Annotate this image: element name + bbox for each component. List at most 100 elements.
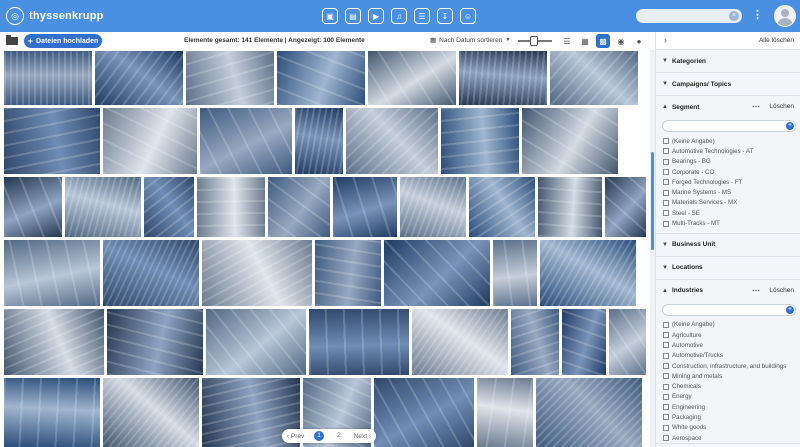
industries-option[interactable]: Construction, infrastructure, and buildi… bbox=[656, 361, 800, 371]
prev-page-button[interactable]: ‹ Prev bbox=[287, 433, 304, 440]
gallery-thumbnail[interactable] bbox=[65, 177, 141, 237]
gallery-thumbnail[interactable] bbox=[144, 177, 194, 237]
page-2-button[interactable]: 2 bbox=[334, 431, 344, 441]
checkbox[interactable] bbox=[663, 158, 669, 165]
segment-option[interactable]: Marine Systems - MS bbox=[656, 187, 800, 197]
checkbox[interactable] bbox=[663, 352, 669, 359]
segment-clear-button[interactable]: Löschen bbox=[769, 103, 794, 110]
gallery-thumbnail[interactable] bbox=[200, 108, 292, 174]
industries-option[interactable]: Agriculture bbox=[656, 330, 800, 340]
checkbox[interactable] bbox=[663, 189, 669, 196]
industries-clear-button[interactable]: Löschen bbox=[769, 287, 794, 294]
gallery-thumbnail[interactable] bbox=[95, 51, 183, 105]
industries-option[interactable]: Chemicals bbox=[656, 381, 800, 391]
checkbox[interactable] bbox=[663, 393, 669, 400]
sort-dropdown[interactable]: ▦ Nach Datum sortieren ▼ bbox=[430, 36, 510, 45]
add-icon[interactable]: + bbox=[786, 122, 794, 130]
gallery-thumbnail[interactable] bbox=[346, 108, 438, 174]
gallery-thumbnail[interactable] bbox=[103, 108, 197, 174]
grid-view-icon[interactable]: ▦ bbox=[578, 34, 592, 48]
checkbox[interactable] bbox=[663, 383, 669, 390]
industries-option[interactable]: Automotive/Trucks bbox=[656, 351, 800, 361]
clear-all-filters-button[interactable]: Alle löschen bbox=[759, 37, 794, 44]
thumbnail-size-slider[interactable] bbox=[518, 36, 552, 46]
gallery-thumbnail[interactable] bbox=[550, 51, 638, 105]
checkbox[interactable] bbox=[663, 210, 669, 217]
segment-option[interactable]: Automotive Technologies - AT bbox=[656, 146, 800, 156]
gallery-thumbnail[interactable] bbox=[511, 309, 559, 375]
chat-nav-icon[interactable]: ☺ bbox=[460, 8, 476, 24]
gallery-thumbnail[interactable] bbox=[536, 378, 642, 447]
gallery-thumbnail[interactable] bbox=[522, 108, 618, 174]
segment-option[interactable]: Steel - SE bbox=[656, 208, 800, 218]
gallery-thumbnail[interactable] bbox=[186, 51, 274, 105]
photo-nav-icon[interactable]: ▤ bbox=[345, 8, 361, 24]
video-nav-icon[interactable]: ▶ bbox=[368, 8, 384, 24]
facet-segment-toggle[interactable]: ▲ Segment ⋯ Löschen bbox=[656, 96, 800, 118]
industries-option[interactable]: Engineering bbox=[656, 402, 800, 412]
facet-campaigns-toggle[interactable]: ▼ Campaigns/ Topics bbox=[656, 73, 800, 95]
gallery-thumbnail[interactable] bbox=[477, 378, 533, 447]
industries-search-input[interactable]: + bbox=[662, 303, 796, 316]
image-nav-icon[interactable]: ▣ bbox=[322, 8, 338, 24]
industries-option[interactable]: Energy bbox=[656, 392, 800, 402]
segment-option[interactable]: (Keine Angabe) bbox=[656, 136, 800, 146]
segment-option[interactable]: Bearings - BG bbox=[656, 157, 800, 167]
checkbox[interactable] bbox=[663, 321, 669, 328]
industries-option[interactable]: Packaging bbox=[656, 412, 800, 422]
gallery-thumbnail[interactable] bbox=[400, 177, 466, 237]
gallery-thumbnail[interactable] bbox=[309, 309, 409, 375]
facet-kategorien-toggle[interactable]: ▼ Kategorien bbox=[656, 50, 800, 72]
gallery-thumbnail[interactable] bbox=[4, 309, 104, 375]
segment-option[interactable]: Multi-Tracks - MT bbox=[656, 218, 800, 228]
checkbox[interactable] bbox=[663, 148, 669, 155]
masonry-view-icon[interactable]: ▩ bbox=[596, 34, 610, 48]
upload-files-button[interactable]: + Dateien hochladen bbox=[24, 34, 102, 48]
gallery-thumbnail[interactable] bbox=[412, 309, 508, 375]
slider-handle[interactable] bbox=[530, 36, 538, 46]
facet-business-unit-toggle[interactable]: ▼ Business Unit bbox=[656, 234, 800, 256]
gallery-thumbnail[interactable] bbox=[459, 51, 547, 105]
gallery-thumbnail[interactable] bbox=[562, 309, 606, 375]
checkbox[interactable] bbox=[663, 199, 669, 206]
facet-locations-toggle[interactable]: ▼ Locations bbox=[656, 257, 800, 279]
checkbox[interactable] bbox=[663, 435, 669, 442]
list-view-icon[interactable]: ☰ bbox=[560, 34, 574, 48]
document-nav-icon[interactable]: ☰ bbox=[414, 8, 430, 24]
next-page-button[interactable]: Next › bbox=[354, 433, 371, 440]
gallery-thumbnail[interactable] bbox=[493, 240, 537, 306]
gallery-thumbnail[interactable] bbox=[609, 309, 646, 375]
industries-option[interactable]: Automotive bbox=[656, 340, 800, 350]
industries-option[interactable]: Aerospace bbox=[656, 433, 800, 443]
user-avatar[interactable] bbox=[774, 5, 796, 27]
download-nav-icon[interactable]: ↧ bbox=[437, 8, 453, 24]
gallery-thumbnail[interactable] bbox=[4, 108, 100, 174]
map-pin-icon[interactable]: ● bbox=[632, 34, 646, 48]
more-menu-icon[interactable]: ⋮ bbox=[752, 8, 763, 21]
checkbox[interactable] bbox=[663, 373, 669, 380]
checkbox[interactable] bbox=[663, 342, 669, 349]
gallery-thumbnail[interactable] bbox=[315, 240, 381, 306]
industries-option[interactable]: Mining and metals bbox=[656, 371, 800, 381]
industries-option[interactable]: White goods bbox=[656, 423, 800, 433]
gallery-thumbnail[interactable] bbox=[103, 378, 199, 447]
checkbox[interactable] bbox=[663, 169, 669, 176]
checkbox[interactable] bbox=[663, 424, 669, 431]
checkbox[interactable] bbox=[663, 138, 669, 145]
gallery-thumbnail[interactable] bbox=[4, 240, 100, 306]
segment-option[interactable]: Corporate - CO bbox=[656, 167, 800, 177]
gallery-scrollbar-thumb[interactable] bbox=[651, 152, 654, 250]
checkbox[interactable] bbox=[663, 179, 669, 186]
add-icon[interactable]: + bbox=[786, 305, 794, 314]
collapse-sidebar-icon[interactable]: › bbox=[664, 35, 667, 45]
gallery-thumbnail[interactable] bbox=[277, 51, 365, 105]
folder-icon[interactable] bbox=[6, 35, 18, 45]
facet-industries-toggle[interactable]: ▲ Industries ⋯ Löschen bbox=[656, 280, 800, 302]
gallery-thumbnail[interactable] bbox=[538, 177, 602, 237]
gallery-thumbnail[interactable] bbox=[4, 51, 92, 105]
clear-search-icon[interactable]: × bbox=[729, 11, 739, 21]
industries-more-icon[interactable]: ⋯ bbox=[752, 286, 760, 295]
segment-option[interactable]: Materials Services - MX bbox=[656, 198, 800, 208]
gallery-thumbnail[interactable] bbox=[268, 177, 330, 237]
checkbox[interactable] bbox=[663, 332, 669, 339]
